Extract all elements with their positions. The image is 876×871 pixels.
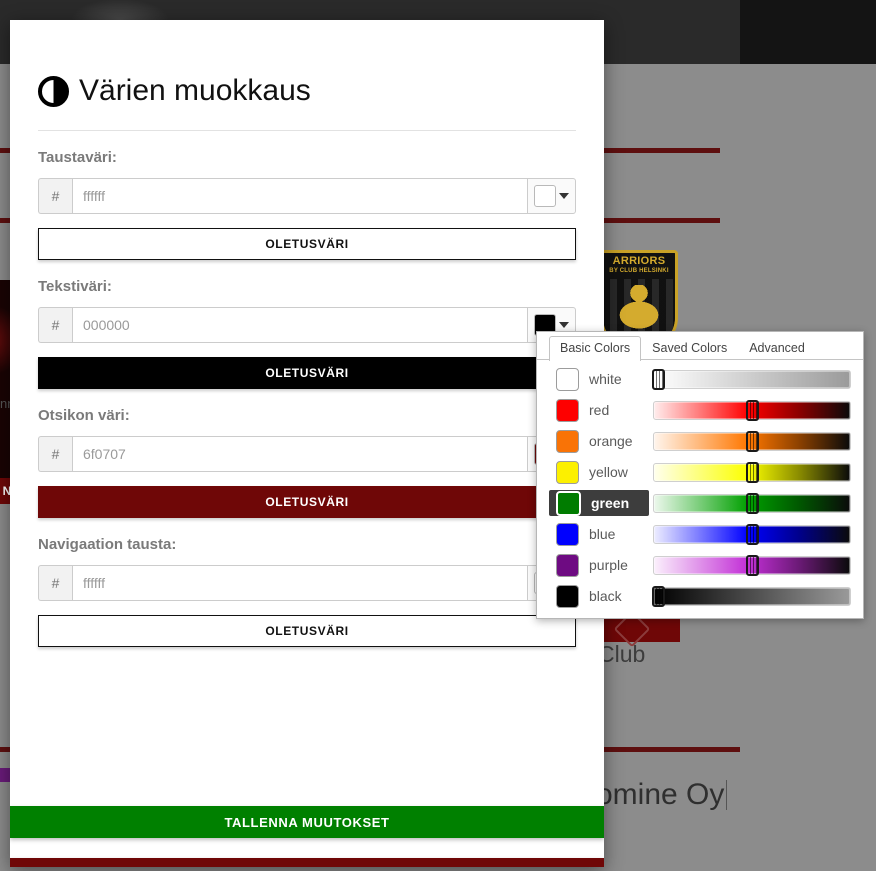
color-swatch-dropdown[interactable] (527, 178, 576, 214)
color-row-label-group[interactable]: blue (549, 521, 649, 547)
field-label: Taustaväri: (38, 149, 117, 166)
color-row-label-group[interactable]: white (549, 366, 649, 392)
hash-prefix: # (38, 178, 72, 214)
shade-slider-black[interactable] (651, 585, 851, 607)
picker-tab-saved-colors[interactable]: Saved Colors (641, 336, 738, 360)
company-name: omine Oy (596, 778, 725, 811)
color-row-yellow[interactable]: yellow (549, 459, 851, 485)
color-name-label: blue (589, 526, 616, 542)
header-divider (38, 130, 576, 131)
default-color-button[interactable]: OLETUSVÄRI (38, 486, 576, 518)
text-caret (726, 780, 728, 810)
color-input-row: # (38, 307, 576, 343)
color-row-purple[interactable]: purple (549, 552, 851, 578)
default-color-button[interactable]: OLETUSVÄRI (38, 615, 576, 647)
shade-slider-purple[interactable] (653, 554, 851, 576)
hero-photo-dark-panel (740, 0, 876, 64)
color-picker-popup[interactable]: Basic Colors Saved Colors Advanced white re… (536, 331, 864, 619)
hex-color-input[interactable] (72, 436, 527, 472)
color-chip-orange[interactable] (556, 429, 579, 453)
color-chip-red[interactable] (556, 398, 579, 422)
save-changes-button[interactable]: TALLENNA MUUTOKSET (10, 806, 604, 838)
hex-color-input[interactable] (72, 307, 527, 343)
slider-handle[interactable] (651, 368, 665, 390)
hash-prefix: # (38, 436, 72, 472)
background-company-text: omine Oy (596, 778, 728, 812)
shade-slider-orange[interactable] (653, 430, 851, 452)
color-name-label: green (591, 495, 630, 511)
color-swatch-chip (534, 185, 556, 207)
color-row-label-group[interactable]: orange (549, 428, 649, 454)
color-row-white[interactable]: white (549, 366, 851, 392)
color-picker-tabs: Basic Colors Saved Colors Advanced (537, 332, 863, 361)
color-row-green[interactable]: green (549, 490, 851, 516)
picker-tab-basic-colors[interactable]: Basic Colors (549, 336, 642, 361)
modal-title-row: Värien muokkaus (38, 74, 576, 108)
color-editor-modal: Värien muokkaus Taustaväri: # OLETUSVÄRI Te… (10, 20, 604, 867)
background-club-text: Club (598, 641, 646, 667)
color-chip-blue[interactable] (556, 522, 579, 546)
color-chip-black[interactable] (556, 584, 579, 608)
field-label: Otsikon väri: (38, 407, 130, 424)
field-label: Tekstiväri: (38, 278, 112, 295)
slider-handle[interactable] (746, 461, 759, 483)
page-title: Värien muokkaus (79, 74, 311, 107)
picker-tab-advanced[interactable]: Advanced (738, 336, 816, 360)
color-row-label-group[interactable]: purple (549, 552, 649, 578)
color-row-orange[interactable]: orange (549, 428, 851, 454)
shade-slider-red[interactable] (653, 399, 851, 421)
slider-handle[interactable] (746, 523, 759, 545)
shade-slider-yellow[interactable] (653, 461, 851, 483)
color-name-label: red (589, 402, 610, 418)
crest-line-1: ARRIORS (612, 255, 666, 267)
color-chip-purple[interactable] (556, 553, 579, 577)
chevron-down-icon (559, 322, 569, 328)
color-input-row: # (38, 178, 576, 214)
color-row-label-group[interactable]: red (549, 397, 649, 423)
hex-color-input[interactable] (72, 565, 527, 601)
color-name-label: yellow (589, 464, 628, 480)
hash-prefix: # (38, 565, 72, 601)
hex-color-input[interactable] (72, 178, 527, 214)
color-row-blue[interactable]: blue (549, 521, 851, 547)
default-color-button[interactable]: OLETUSVÄRI (38, 357, 576, 389)
color-row-label-group[interactable]: green (549, 490, 649, 516)
color-picker-rows: white red orange yellow green blue purple black (537, 360, 863, 609)
modal-body: Taustaväri: # OLETUSVÄRI Tekstiväri: # OLETUS… (10, 149, 604, 647)
close-button[interactable]: SULJE (10, 858, 604, 867)
color-row-label-group[interactable]: black (549, 583, 649, 609)
shade-slider-white[interactable] (651, 368, 851, 390)
default-color-button[interactable]: OLETUSVÄRI (38, 228, 576, 260)
color-row-red[interactable]: red (549, 397, 851, 423)
color-name-label: orange (589, 433, 633, 449)
color-chip-white[interactable] (556, 367, 579, 391)
hash-prefix: # (38, 307, 72, 343)
color-chip-green[interactable] (556, 490, 581, 516)
color-row-label-group[interactable]: yellow (549, 459, 649, 485)
contrast-icon (38, 75, 69, 107)
slider-handle[interactable] (651, 585, 665, 607)
color-name-label: white (589, 371, 622, 387)
crest-figure (613, 285, 665, 331)
chevron-down-icon (559, 193, 569, 199)
color-input-row: # (38, 436, 576, 472)
slider-handle[interactable] (746, 399, 759, 421)
modal-header: Värien muokkaus (10, 20, 604, 108)
shade-slider-blue[interactable] (653, 523, 851, 545)
color-name-label: purple (589, 557, 628, 573)
slider-handle[interactable] (746, 430, 759, 452)
color-row-black[interactable]: black (549, 583, 851, 609)
slider-handle[interactable] (746, 554, 759, 576)
field-label: Navigaation tausta: (38, 536, 177, 553)
shade-slider-green[interactable] (653, 492, 851, 514)
crest-line-2: BY CLUB HELSINKI (609, 268, 669, 274)
color-input-row: # (38, 565, 576, 601)
color-name-label: black (589, 588, 622, 604)
slider-handle[interactable] (746, 492, 759, 514)
color-chip-yellow[interactable] (556, 460, 579, 484)
